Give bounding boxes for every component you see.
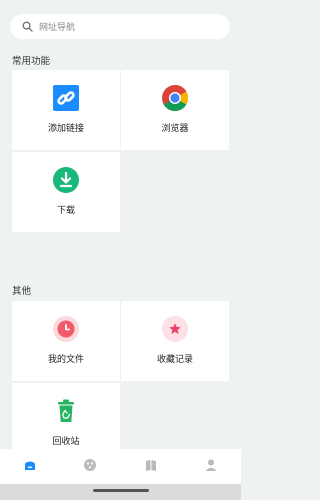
discover-icon[interactable] [83,457,97,476]
search-icon [22,17,33,36]
bottom-nav [0,449,241,484]
system-navigation-bar [0,484,241,500]
browser-label: 浏览器 [161,124,189,134]
section-title-other: 其他 [12,286,32,297]
add-link-label: 添加链接 [47,124,84,134]
download-label: 下载 [56,206,75,216]
clock-icon [52,315,80,343]
my-files-label: 我的文件 [47,355,84,365]
my-files-button[interactable]: 我的文件 [12,301,120,381]
recycle-bin-label: 回收站 [52,437,80,447]
recycle-bin-icon [52,397,80,425]
section-title-common: 常用功能 [12,56,51,67]
home-indicator[interactable] [93,489,149,492]
star-icon [161,315,189,343]
bookmark-icon[interactable] [144,457,158,476]
chrome-icon [161,84,189,112]
profile-icon[interactable] [204,457,218,476]
search-bar[interactable]: 网址导航 [10,14,230,39]
add-link-button[interactable]: 添加链接 [12,70,120,150]
search-placeholder: 网址导航 [39,23,76,33]
link-icon [52,84,80,112]
recycle-bin-button[interactable]: 回收站 [12,383,120,449]
download-icon [52,166,80,194]
download-button[interactable]: 下载 [12,152,120,232]
home-icon[interactable] [23,457,37,476]
favorites-label: 收藏记录 [156,355,193,365]
browser-button[interactable]: 浏览器 [121,70,229,150]
favorites-button[interactable]: 收藏记录 [121,301,229,381]
